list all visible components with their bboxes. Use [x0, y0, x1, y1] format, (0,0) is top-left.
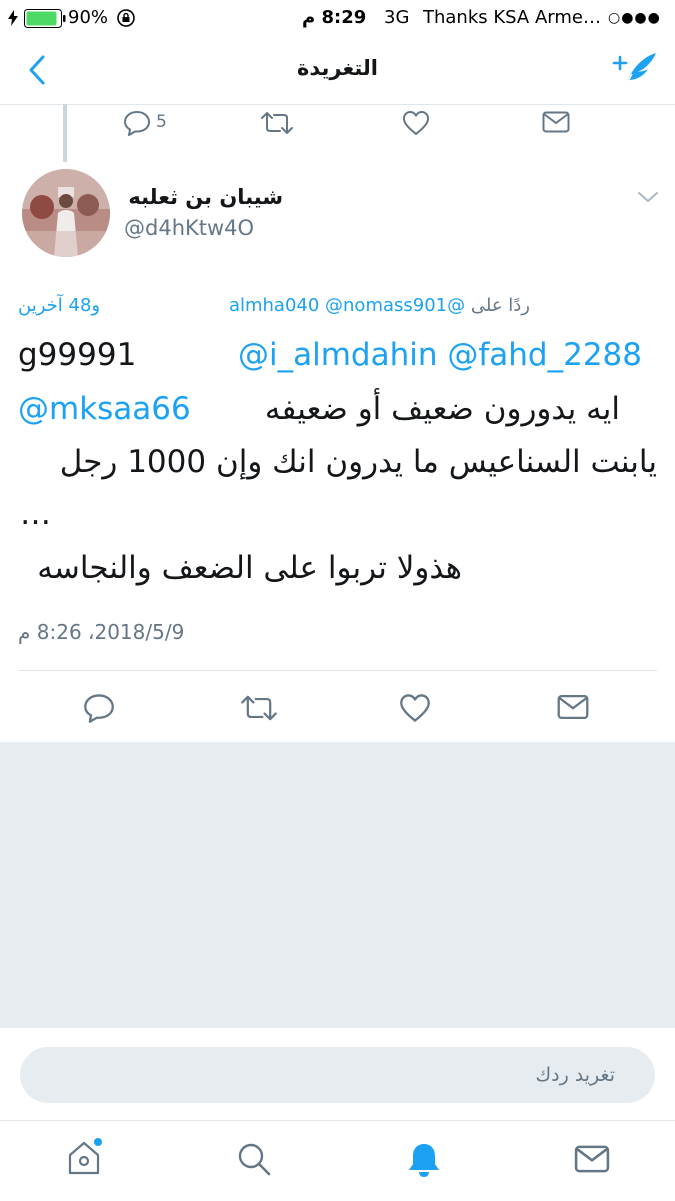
tweet-text-line3: يابنت السناعيس ما يدرون انك وإن 1000 رجل — [59, 444, 657, 480]
tweet-mentions-line1[interactable]: @i_almdahin @fahd_2288 — [238, 337, 642, 373]
retweet-icon[interactable] — [240, 693, 278, 723]
compose-tweet-icon[interactable] — [612, 50, 658, 88]
orientation-lock-icon — [117, 9, 135, 27]
tweet-timestamp: 2018/5/9، 8:26 م — [18, 620, 185, 644]
reply-context: ردًا على @almha040 @nomass901 — [229, 295, 530, 316]
like-icon[interactable] — [399, 693, 431, 723]
chevron-down-icon[interactable] — [637, 190, 659, 204]
tweet-text-line4: … — [20, 496, 51, 532]
divider — [18, 670, 657, 671]
user-handle[interactable]: @d4hKtw4O — [124, 216, 254, 240]
retweet-icon[interactable] — [260, 110, 294, 136]
empty-replies-area — [0, 742, 675, 1028]
reply-icon[interactable] — [123, 110, 151, 136]
display-name[interactable]: شيبان بن ثعلبه — [128, 185, 283, 209]
direct-message-icon[interactable] — [557, 694, 589, 720]
avatar[interactable] — [22, 169, 110, 257]
tweet-text-line2: ايه يدورون ضعيف أو ضعيفه — [264, 391, 620, 427]
messages-icon[interactable] — [574, 1145, 610, 1173]
battery-icon — [24, 9, 66, 28]
reply-prefix: ردًا على — [470, 295, 530, 316]
clock: 8:29 م — [302, 7, 367, 28]
reply-mentions[interactable]: @almha040 @nomass901 — [229, 295, 465, 316]
nav-bar: التغريدة — [0, 36, 675, 105]
home-icon[interactable] — [66, 1137, 106, 1177]
search-icon[interactable] — [236, 1141, 272, 1177]
page-title: التغريدة — [297, 56, 378, 80]
carrier-name: Thanks KSA Arme… — [423, 7, 601, 28]
direct-message-icon[interactable] — [542, 111, 570, 133]
tweet-text-line5: هذولا تربوا على الضعف والنجاسه — [37, 550, 462, 586]
tweet-text-line1: g99991 — [18, 337, 137, 373]
charging-bolt-icon — [8, 10, 18, 26]
network-type: 3G — [384, 7, 410, 28]
tweet-mention-line2[interactable]: @mksaa66 — [18, 391, 191, 427]
reply-count: 5 — [156, 112, 167, 132]
reply-input[interactable]: تغريد ردك — [20, 1047, 655, 1103]
like-icon[interactable] — [402, 110, 430, 136]
tab-bar — [0, 1120, 675, 1201]
reply-icon[interactable] — [83, 693, 115, 723]
battery-percent: 90% — [68, 7, 109, 28]
signal-strength-icon: ○●●● — [608, 10, 661, 26]
thread-line — [63, 104, 67, 162]
status-bar: 90% 8:29 م 3G Thanks KSA Arme… ○●●● — [0, 0, 675, 36]
reply-others-link[interactable]: و48 آخرين — [18, 295, 100, 316]
reply-placeholder: تغريد ردك — [535, 1064, 615, 1086]
notifications-icon[interactable] — [406, 1141, 442, 1179]
avatar-image — [22, 169, 110, 257]
